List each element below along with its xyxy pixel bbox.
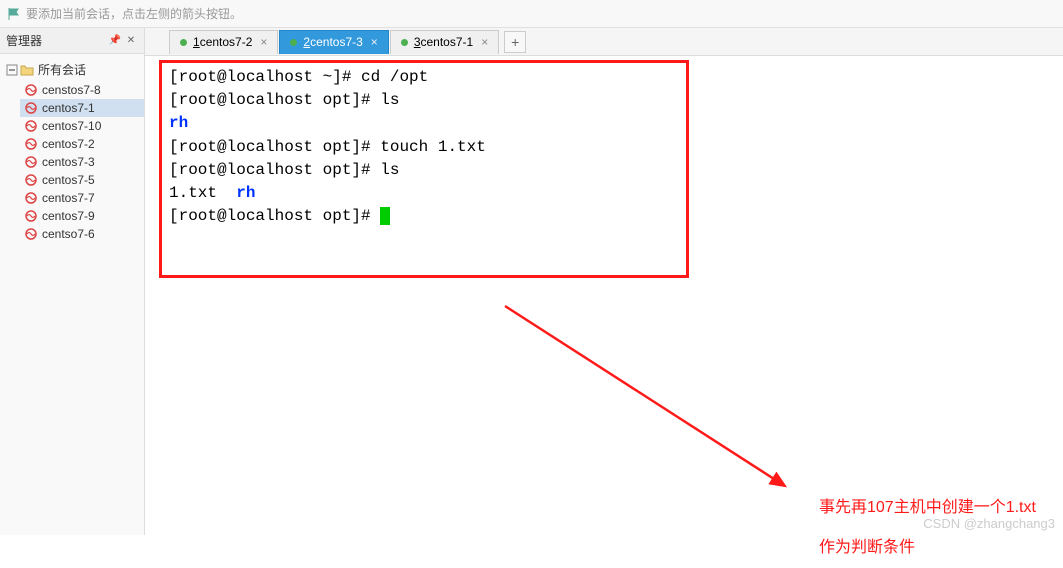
close-tab-icon[interactable]: × bbox=[260, 35, 267, 49]
close-tab-icon[interactable]: × bbox=[481, 35, 488, 49]
sidebar-title: 管理器 bbox=[6, 32, 42, 49]
annotation-line2: 作为判断条件 bbox=[819, 528, 1036, 568]
close-tab-icon[interactable]: × bbox=[371, 35, 378, 49]
session-sidebar: 管理器 📌 ✕ 所有会话 censtos7-8 centos7-1 centos7-… bbox=[0, 28, 145, 535]
session-item[interactable]: centos7-3 bbox=[20, 153, 144, 171]
session-icon bbox=[24, 155, 38, 169]
hint-text: 要添加当前会话，点击左侧的箭头按钮。 bbox=[26, 5, 242, 22]
tab-number: 2 bbox=[303, 35, 310, 49]
tab[interactable]: 3 centos7-1 × bbox=[390, 30, 499, 54]
annotation-arrow bbox=[485, 286, 805, 506]
flag-icon bbox=[8, 8, 20, 20]
session-icon bbox=[24, 101, 38, 115]
tab[interactable]: 2 centos7-3 × bbox=[279, 30, 388, 54]
session-item[interactable]: centos7-10 bbox=[20, 117, 144, 135]
watermark: CSDN @zhangchang3 bbox=[923, 516, 1055, 531]
session-icon bbox=[24, 137, 38, 151]
pin-icon[interactable]: 📌 bbox=[108, 34, 122, 48]
session-label: centos7-5 bbox=[42, 173, 95, 187]
add-tab-button[interactable]: + bbox=[504, 31, 526, 53]
status-dot-icon bbox=[401, 39, 408, 46]
close-sidebar-icon[interactable]: ✕ bbox=[124, 34, 138, 48]
session-item[interactable]: centos7-1 bbox=[20, 99, 144, 117]
tab[interactable]: 1 centos7-2 × bbox=[169, 30, 278, 54]
session-label: centos7-1 bbox=[42, 101, 95, 115]
tab-label: centos7-1 bbox=[421, 35, 474, 49]
session-item[interactable]: centso7-6 bbox=[20, 225, 144, 243]
session-item[interactable]: centos7-2 bbox=[20, 135, 144, 153]
cursor-icon bbox=[380, 207, 390, 225]
session-label: centos7-10 bbox=[42, 119, 101, 133]
tree-root[interactable]: 所有会话 bbox=[0, 58, 144, 81]
session-icon bbox=[24, 173, 38, 187]
sidebar-header: 管理器 📌 ✕ bbox=[0, 28, 144, 54]
tab-label: centos7-3 bbox=[310, 35, 363, 49]
session-item[interactable]: censtos7-8 bbox=[20, 81, 144, 99]
session-label: centos7-2 bbox=[42, 137, 95, 151]
tab-label: centos7-2 bbox=[200, 35, 253, 49]
session-label: centos7-9 bbox=[42, 209, 95, 223]
session-icon bbox=[24, 227, 38, 241]
tree-root-label: 所有会话 bbox=[38, 61, 86, 78]
session-item[interactable]: centos7-5 bbox=[20, 171, 144, 189]
terminal-output[interactable]: [root@localhost ~]# cd /opt[root@localho… bbox=[169, 66, 486, 228]
tab-number: 3 bbox=[414, 35, 421, 49]
collapse-icon[interactable] bbox=[6, 64, 18, 76]
session-icon bbox=[24, 83, 38, 97]
session-label: centso7-6 bbox=[42, 227, 95, 241]
folder-icon bbox=[20, 63, 34, 77]
tab-number: 1 bbox=[193, 35, 200, 49]
session-icon bbox=[24, 209, 38, 223]
session-icon bbox=[24, 191, 38, 205]
tab-bar: 1 centos7-2 × 2 centos7-3 × 3 centos7-1 × + bbox=[145, 28, 1063, 56]
session-label: centos7-7 bbox=[42, 191, 95, 205]
hint-bar: 要添加当前会话，点击左侧的箭头按钮。 bbox=[0, 0, 1063, 28]
session-icon bbox=[24, 119, 38, 133]
session-item[interactable]: centos7-9 bbox=[20, 207, 144, 225]
status-dot-icon bbox=[290, 39, 297, 46]
session-label: censtos7-8 bbox=[42, 83, 101, 97]
status-dot-icon bbox=[180, 39, 187, 46]
content-area: 1 centos7-2 × 2 centos7-3 × 3 centos7-1 × + [… bbox=[145, 28, 1063, 535]
session-label: centos7-3 bbox=[42, 155, 95, 169]
session-tree: 所有会话 censtos7-8 centos7-1 centos7-10 centos… bbox=[0, 54, 144, 247]
session-item[interactable]: centos7-7 bbox=[20, 189, 144, 207]
